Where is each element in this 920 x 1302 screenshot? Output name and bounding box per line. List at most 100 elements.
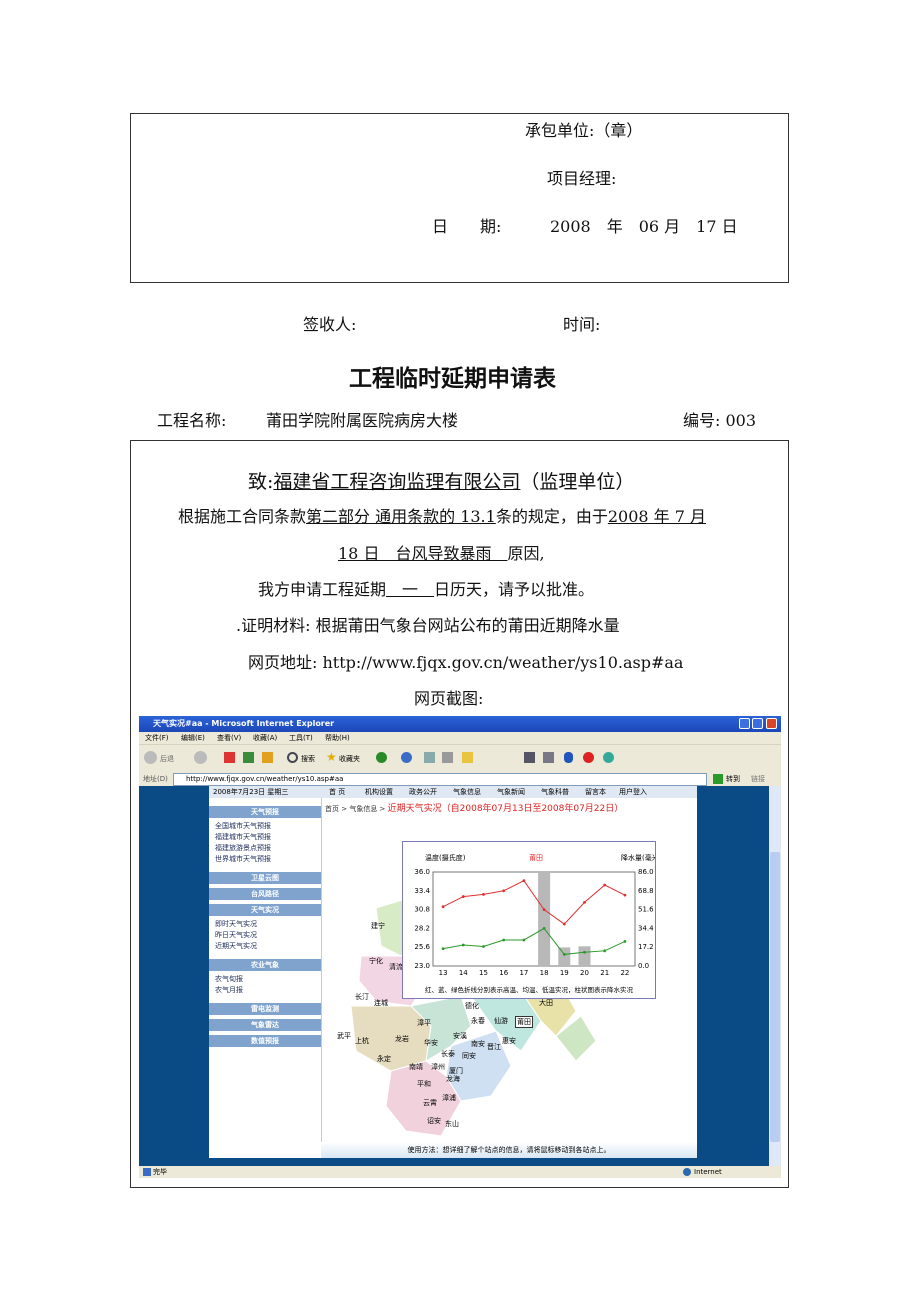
nav-item[interactable]: 气象信息 [453,786,481,798]
side-heading-observed[interactable]: 天气实况 [209,904,321,916]
side-item[interactable]: 全国城市天气预报 [215,821,271,831]
side-heading-satellite[interactable]: 卫星云图 [209,872,321,884]
side-heading-lightning[interactable]: 雷电监测 [209,1003,321,1015]
stop-icon[interactable] [224,752,235,763]
close-icon[interactable] [766,718,777,729]
nav-item[interactable]: 首 页 [329,786,345,798]
side-item[interactable]: 即时天气实况 [215,919,257,929]
address-input[interactable]: http://www.fjqx.gov.cn/weather/ys10.asp#… [173,773,707,786]
y-right-tick: 0.0 [638,962,649,970]
nav-item[interactable]: 机构设置 [365,786,393,798]
map-label[interactable]: 龙岩 [395,1034,409,1044]
folder-icon[interactable] [462,752,473,763]
vertical-scrollbar[interactable] [769,786,781,1166]
side-item[interactable]: 农气月报 [215,985,243,995]
map-label-putian[interactable]: 莆田 [515,1016,533,1028]
go-button[interactable]: 转到 [726,772,740,786]
tool-red-icon[interactable] [583,752,594,763]
links-button[interactable]: 链接 [751,772,765,786]
scroll-thumb[interactable] [770,852,780,1142]
menu-view[interactable]: 查看(V) [217,732,241,744]
map-label[interactable]: 建宁 [371,921,385,931]
map-label[interactable]: 安溪 [453,1031,467,1041]
map-label[interactable]: 云霄 [423,1098,437,1108]
side-heading-radar[interactable]: 气象雷达 [209,1019,321,1031]
side-heading-nwp[interactable]: 数值预报 [209,1035,321,1047]
menu-edit[interactable]: 编辑(E) [181,732,205,744]
l2-text: 原因, [507,544,545,563]
map-label[interactable]: 漳州 [431,1062,445,1072]
minimize-icon[interactable] [739,718,750,729]
refresh-icon[interactable] [243,752,254,763]
nav-item[interactable]: 政务公开 [409,786,437,798]
menu-help[interactable]: 帮助(H) [325,732,350,744]
map-label[interactable]: 仙游 [494,1016,508,1026]
map-label[interactable]: 长汀 [355,992,369,1002]
tool-k-icon[interactable] [524,752,535,763]
map-label[interactable]: 平和 [417,1079,431,1089]
nav-item[interactable]: 气象新闻 [497,786,525,798]
l3-days: 一 [386,580,435,599]
map-label[interactable]: 惠安 [502,1036,516,1046]
menu-favorites[interactable]: 收藏(A) [253,732,277,744]
map-label[interactable]: 南靖 [409,1062,423,1072]
y-right-tick: 86.0 [638,868,654,876]
map-label[interactable]: 漳平 [417,1018,431,1028]
y-left-label: 温度(摄氏度) [425,853,466,862]
history-icon[interactable] [401,752,412,763]
home-icon[interactable] [262,752,273,763]
bluetooth-icon[interactable] [564,752,573,763]
nav-item[interactable]: 气象科普 [541,786,569,798]
menu-file[interactable]: 文件(F) [145,732,169,744]
tool-doc-icon[interactable] [543,752,554,763]
side-item[interactable]: 近期天气实况 [215,941,257,951]
map-label[interactable]: 连城 [374,998,388,1008]
map-label[interactable]: 德化 [465,1001,479,1011]
print-icon[interactable] [442,752,453,763]
favorites-label[interactable]: 收藏夹 [339,754,360,764]
weather-sidebar: 2008年7月23日 星期三 天气预报 全国城市天气预报 福建城市天气预报 福建… [209,786,322,1158]
map-label[interactable]: 宁化 [369,956,383,966]
ie-titlebar: 天气实况#aa - Microsoft Internet Explorer [139,716,781,732]
side-item[interactable]: 世界城市天气预报 [215,854,271,864]
map-label[interactable]: 长泰 [441,1049,455,1059]
back-label[interactable]: 后退 [160,754,174,764]
side-item[interactable]: 昨日天气实况 [215,930,257,940]
mail-icon[interactable] [424,752,435,763]
map-label[interactable]: 清流 [389,962,403,972]
map-label[interactable]: 永春 [471,1016,485,1026]
side-item[interactable]: 福建旅游景点预报 [215,843,271,853]
to-org: 福建省工程咨询监理有限公司 [273,471,521,493]
search-label[interactable]: 搜索 [301,754,315,764]
messenger-icon[interactable] [603,752,614,763]
map-label[interactable]: 晋江 [487,1042,501,1052]
map-label[interactable]: 永定 [377,1054,391,1064]
map-label[interactable]: 同安 [462,1051,476,1061]
favorites-icon[interactable]: ★ [326,750,337,764]
map-label[interactable]: 漳浦 [442,1093,456,1103]
side-item[interactable]: 农气旬报 [215,974,243,984]
forward-icon[interactable] [194,751,207,764]
nav-item[interactable]: 留言本 [585,786,606,798]
back-icon[interactable] [144,751,157,764]
map-label[interactable]: 上杭 [355,1036,369,1046]
side-item[interactable]: 福建城市天气预报 [215,832,271,842]
address-value: http://www.fjqx.gov.cn/weather/ys10.asp#… [186,775,344,783]
go-icon[interactable] [713,774,723,784]
media-icon[interactable] [376,752,387,763]
side-heading-forecast[interactable]: 天气预报 [209,806,321,818]
side-heading-agri[interactable]: 农业气象 [209,959,321,971]
menu-tools[interactable]: 工具(T) [289,732,313,744]
side-heading-typhoon[interactable]: 台风路径 [209,888,321,900]
map-label[interactable]: 诏安 [427,1116,441,1126]
map-label[interactable]: 厦门 [449,1066,463,1076]
nav-item[interactable]: 用户登入 [619,786,647,798]
map-label[interactable]: 东山 [445,1119,459,1129]
breadcrumb-path[interactable]: 首页 > 气象信息 > [321,805,385,813]
map-label[interactable]: 武平 [337,1031,351,1041]
maximize-icon[interactable] [752,718,763,729]
search-icon[interactable] [287,752,298,763]
map-label[interactable]: 南安 [471,1039,485,1049]
map-label[interactable]: 华安 [424,1038,438,1048]
series-point [502,889,506,893]
